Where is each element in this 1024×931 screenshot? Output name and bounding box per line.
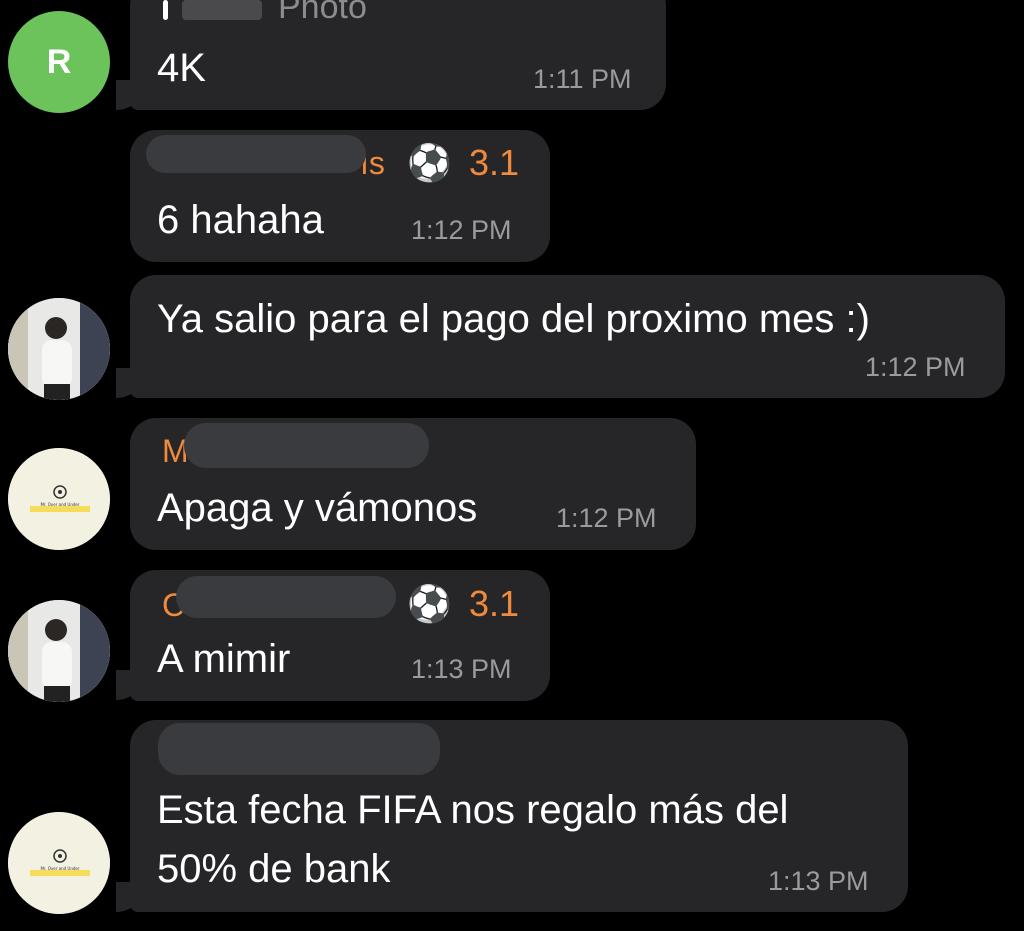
redacted-sender xyxy=(176,576,396,618)
avatar-logo[interactable]: Mr. Over and Under xyxy=(8,812,110,914)
message-text: A mimir xyxy=(157,637,291,681)
message-text: 6 hahaha xyxy=(157,198,324,242)
rank-badge: 3.1 xyxy=(469,583,520,624)
redacted-sender xyxy=(146,135,366,173)
avatar-letter: R xyxy=(46,42,72,81)
rank-badge: 3.1 xyxy=(469,142,520,183)
reply-photo-thumb[interactable] xyxy=(182,0,262,20)
avatar-photo[interactable] xyxy=(8,600,110,702)
message-text: Ya salio para el pago del proximo mes :) xyxy=(157,297,870,341)
avatar-photo[interactable] xyxy=(8,298,110,400)
avatar-logo[interactable]: Mr. Over and Under xyxy=(8,448,110,550)
soccer-ball-icon: ⚽ xyxy=(407,583,452,624)
message-text-line2: 50% de bank xyxy=(157,847,391,891)
person-photo-icon xyxy=(8,298,110,400)
message-time: 1:13 PM xyxy=(768,866,869,896)
reply-label: Photo xyxy=(278,0,367,26)
reply-bar xyxy=(163,0,168,20)
person-photo-icon xyxy=(8,600,110,702)
avatar-r[interactable]: R xyxy=(8,11,110,113)
message-text: 4K xyxy=(157,46,206,90)
message-time: 1:12 PM xyxy=(865,352,966,382)
message-time: 1:11 PM xyxy=(533,64,632,94)
redacted-sender xyxy=(158,723,440,775)
message-time: 1:12 PM xyxy=(556,503,657,533)
message-text: Apaga y vámonos xyxy=(157,486,478,530)
soccer-ball-icon: ⚽ xyxy=(407,142,452,183)
message-time: 1:12 PM xyxy=(411,215,512,245)
channel-logo-icon: Mr. Over and Under xyxy=(8,448,110,550)
redacted-sender xyxy=(184,423,429,468)
message-time: 1:13 PM xyxy=(411,654,512,684)
logo-text: Mr. Over and Under xyxy=(40,866,79,871)
message-text-line1: Esta fecha FIFA nos regalo más del xyxy=(157,788,789,832)
logo-text: Mr. Over and Under xyxy=(40,502,79,507)
channel-logo-icon: Mr. Over and Under xyxy=(8,812,110,914)
